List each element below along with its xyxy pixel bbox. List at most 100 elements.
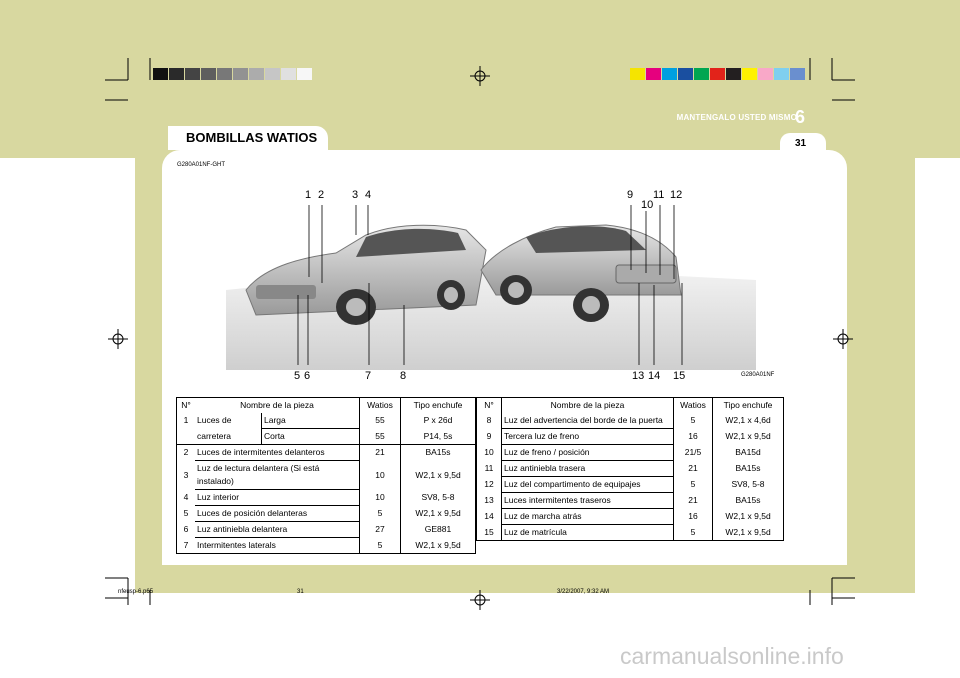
row-name: Luz de lectura delantera (Si está instal…	[195, 460, 360, 490]
car-illustration	[226, 205, 756, 370]
row-socket: BA15s	[735, 495, 761, 505]
row-number: 6	[183, 524, 189, 534]
row-name: Luz interior	[195, 489, 360, 506]
footer-page: 31	[297, 589, 304, 595]
row-name: Luz antiniebla delantera	[195, 521, 360, 538]
row-socket: SV8, 5-8	[731, 479, 765, 489]
watermark: carmanualsonline.info	[620, 643, 844, 669]
row-number: 2	[183, 447, 189, 458]
header-socket: Tipo enchufe	[723, 400, 773, 410]
document-code: G280A01NF-GHT	[177, 162, 226, 168]
row-socket: W2,1 x 9,5d	[415, 469, 461, 480]
table-row: 6 Luz antiniebla delantera 27 GE881	[177, 521, 476, 538]
footer-date: 3/22/2007, 9:32 AM	[557, 589, 610, 595]
row-watts: 55	[359, 428, 401, 445]
header-number: N°	[181, 400, 191, 410]
row-number: 14	[476, 508, 502, 525]
row-name: Luz de freno / posición	[501, 444, 674, 461]
row-number: 8	[476, 413, 502, 429]
row-socket: W2,1 x 9,5d	[725, 526, 771, 537]
table-row: 2 Luces de intermitentes delanteros 21 BA15…	[177, 444, 476, 461]
table-row: 12 Luz del compartimento de equipajes 5 SV8…	[476, 476, 784, 493]
row-name: Luz de marcha atrás	[501, 508, 674, 525]
header-name: Nombre de la pieza	[501, 397, 674, 413]
row-name: Luz del compartimento de equipajes	[501, 476, 674, 493]
row-number: 7	[183, 539, 189, 550]
table-row: carretera Corta 55 P14, 5s	[176, 428, 476, 445]
callout-14: 14	[648, 370, 661, 382]
callout-9: 9	[627, 189, 634, 201]
row-socket: W2,1 x 9,5d	[415, 508, 461, 518]
row-watts: 21	[673, 492, 713, 509]
row-watts: 16	[673, 508, 713, 525]
table-row: 11 Luz antiniebla trasera 21 BA15s	[476, 460, 784, 477]
row-socket: BA15d	[735, 447, 761, 457]
chapter-number: 6	[795, 107, 806, 127]
row-socket: BA15s	[425, 447, 451, 458]
row-watts: 5	[673, 476, 713, 493]
table-row: 10 Luz de freno / posición 21/5 BA15d	[476, 444, 784, 461]
row-number: 13	[476, 492, 502, 509]
row-name: Intermitentes laterals	[195, 537, 360, 554]
row-watts: 5	[359, 505, 401, 522]
row-watts: 5	[359, 537, 401, 554]
row-number: 11	[476, 460, 502, 477]
row-name: Luces de	[197, 415, 232, 426]
row-socket: BA15s	[735, 463, 761, 473]
header-watts: Watios	[359, 397, 401, 413]
bulb-table-left: N° Nombre de la pieza Watios Tipo enchuf…	[176, 397, 476, 554]
callout-3: 3	[352, 189, 359, 201]
header-number: N°	[476, 397, 502, 413]
row-name: Luz antiniebla trasera	[501, 460, 674, 477]
table-row: 3 Luz de lectura delantera (Si está insta…	[177, 460, 476, 490]
row-number: 1	[183, 415, 189, 426]
row-watts: 10	[359, 489, 401, 506]
row-sub: Corta	[261, 428, 360, 445]
row-name: Luz de matrícula	[501, 524, 674, 541]
row-number: 5	[183, 508, 189, 518]
header-socket: Tipo enchufe	[413, 400, 463, 410]
row-name: Luz del advertencia del borde de la puer…	[501, 413, 674, 429]
section-title: BOMBILLAS WATIOS	[186, 130, 318, 145]
row-socket: P x 26d	[423, 415, 453, 426]
callout-7: 7	[365, 370, 372, 382]
callout-5: 5	[294, 370, 301, 382]
row-socket: W2,1 x 9,5d	[725, 511, 771, 521]
row-name: Luces de intermitentes delanteros	[195, 444, 360, 461]
callout-6: 6	[304, 370, 311, 382]
row-number: 10	[476, 444, 502, 461]
row-number: 15	[476, 524, 502, 541]
callout-13: 13	[632, 370, 645, 382]
image-code: G280A01NF	[741, 372, 775, 378]
callout-12: 12	[670, 189, 683, 201]
header-watts: Watios	[673, 397, 713, 413]
row-watts: 21	[359, 444, 401, 461]
row-watts: 5	[673, 413, 713, 429]
table-row: 13 Luces intermitentes traseros 21 BA15s	[476, 492, 784, 509]
callout-15: 15	[673, 370, 686, 382]
row-watts: 55	[359, 413, 401, 429]
row-name: Tercera luz de freno	[501, 428, 674, 445]
row-number: 9	[476, 428, 502, 445]
callout-4: 4	[365, 189, 372, 201]
row-name: Luces intermitentes traseros	[501, 492, 674, 509]
page-number: 31	[795, 138, 807, 149]
table-row: 5 Luces de posición delanteras 5 W2,1 x 9,5…	[177, 505, 476, 522]
row-number: 4	[183, 492, 189, 502]
row-socket: W2,1 x 4,6d	[725, 415, 771, 426]
header-name: Nombre de la pieza	[195, 397, 360, 413]
callout-1: 1	[305, 189, 312, 201]
table-header: N° Nombre de la pieza Watios Tipo enchuf…	[177, 397, 476, 413]
row-number: 12	[476, 476, 502, 493]
table-row: 14 Luz de marcha atrás 16 W2,1 x 9,5d	[476, 508, 784, 525]
table-row: 4 Luz interior 10 SV8, 5-8	[177, 489, 476, 506]
row-number	[177, 429, 196, 445]
row-watts: 16	[673, 428, 713, 445]
row-watts: 5	[673, 524, 713, 541]
footer-filename: nfeusp-6.p65	[118, 589, 154, 595]
row-socket: W2,1 x 9,5d	[415, 539, 461, 550]
row-name: carretera	[197, 430, 232, 441]
row-watts: 21	[673, 460, 713, 477]
callout-11: 11	[653, 189, 665, 201]
table-row: 8 Luz del advertencia del borde de la pue…	[476, 413, 784, 429]
